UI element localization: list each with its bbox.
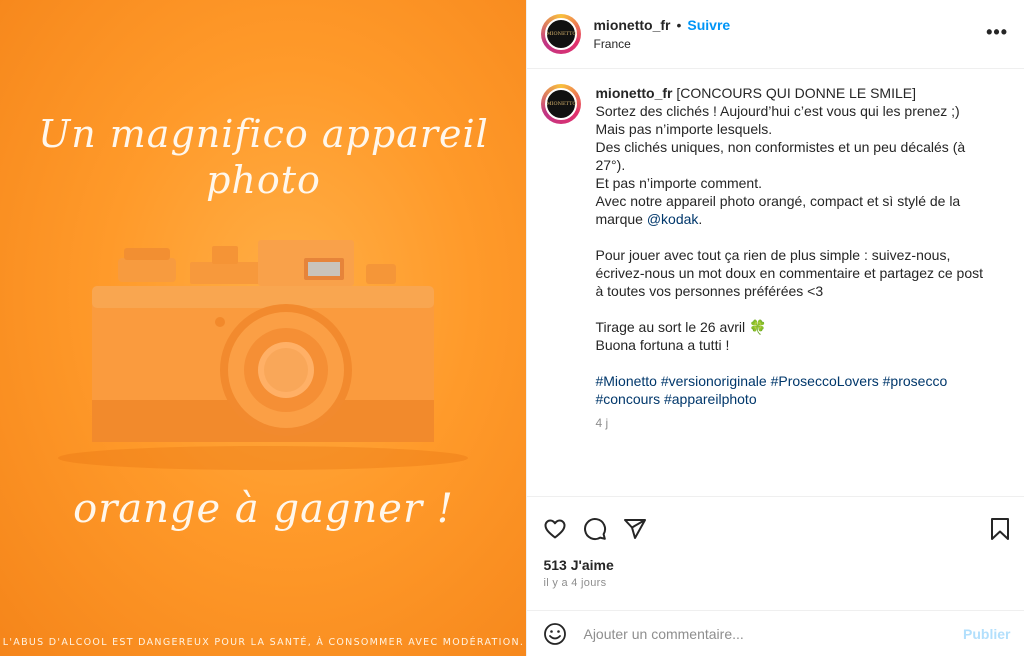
caption-age: 4 j — [595, 416, 609, 430]
author-username[interactable]: mionetto_fr — [593, 17, 670, 33]
post-header: MIONETTO mionetto_fr • Suivre France ••• — [527, 0, 1024, 69]
post-caption: MIONETTO mionetto_fr [CONCOURS QUI DONNE… — [541, 84, 1011, 432]
separator-dot: • — [676, 17, 682, 33]
caption-wish: Buona fortuna a tutti ! — [595, 337, 730, 353]
avatar-logo: MIONETTO — [545, 18, 578, 50]
author-avatar[interactable]: MIONETTO — [541, 14, 582, 54]
avatar-logo: MIONETTO — [545, 88, 578, 120]
share-send-icon[interactable] — [623, 517, 647, 541]
caption-avatar[interactable]: MIONETTO — [541, 84, 582, 124]
image-headline-bottom: orange à gagner ! — [73, 486, 454, 532]
post-timestamp[interactable]: il y a 4 jours — [543, 577, 606, 589]
caption-draw-date: Tirage au sort le 26 avril 🍀 — [595, 319, 767, 335]
caption-username[interactable]: mionetto_fr — [595, 85, 672, 101]
like-heart-icon[interactable] — [543, 517, 567, 541]
comment-input[interactable] — [581, 625, 926, 643]
camera-illustration — [58, 240, 468, 470]
action-bar — [527, 496, 1024, 557]
instagram-post: Un magnifico appareil photo orange à gag… — [0, 0, 1024, 656]
caption-punct: . — [698, 211, 703, 227]
caption-paragraph: Pour jouer avec tout ça rien de plus sim… — [595, 247, 984, 299]
caption-line: Sortez des clichés ! Aujourd’hui c’est v… — [595, 103, 960, 119]
post-side-panel: MIONETTO mionetto_fr • Suivre France •••… — [526, 0, 1024, 656]
comment-icon[interactable] — [583, 517, 607, 541]
emoji-smiley-icon[interactable] — [543, 622, 567, 646]
post-location[interactable]: France — [593, 37, 730, 51]
publish-button[interactable]: Publier — [963, 626, 1010, 642]
likes-count[interactable]: 513 J'aime — [543, 557, 613, 573]
more-options-icon[interactable]: ••• — [986, 22, 1008, 43]
legal-warning: L'ABUS D'ALCOOL EST DANGEREUX POUR LA SA… — [2, 637, 525, 648]
follow-button[interactable]: Suivre — [687, 17, 730, 33]
bookmark-icon[interactable] — [989, 517, 1011, 541]
post-image[interactable]: Un magnifico appareil photo orange à gag… — [0, 0, 527, 656]
comment-bar: Publier — [527, 610, 1024, 657]
caption-line: Mais pas n’importe lesquels. — [595, 121, 773, 137]
caption-title: [CONCOURS QUI DONNE LE SMILE] — [676, 85, 916, 101]
hashtags-link[interactable]: #Mionetto #versionoriginale #ProseccoLov… — [595, 372, 985, 408]
caption-line: Et pas n’importe comment. — [595, 175, 762, 191]
caption-line: Des clichés uniques, non conformistes et… — [595, 139, 966, 173]
mention-link[interactable]: @kodak — [647, 211, 699, 227]
